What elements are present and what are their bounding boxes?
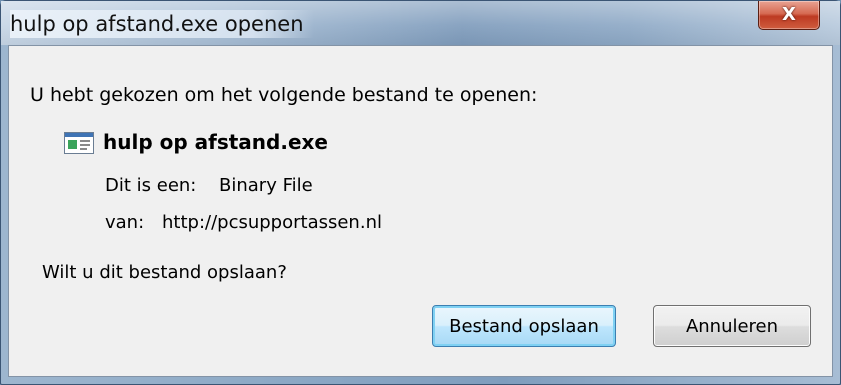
application-window-icon (64, 132, 94, 154)
source-url: http://pcsupportassen.nl (162, 212, 382, 233)
dialog-body: U hebt gekozen om het volgende bestand t… (8, 45, 833, 377)
source-label: van: (105, 212, 145, 233)
cancel-button[interactable]: Annuleren (653, 305, 811, 347)
file-type-value: Binary File (219, 175, 313, 196)
close-icon: X (782, 4, 796, 25)
download-dialog-window: hulp op afstand.exe openen X U hebt geko… (0, 0, 841, 385)
save-question: Wilt u dit bestand opslaan? (42, 262, 287, 283)
file-name: hulp op afstand.exe (103, 130, 328, 154)
file-type-label: Dit is een: (105, 175, 197, 196)
save-file-button[interactable]: Bestand opslaan (432, 305, 616, 347)
title-bar[interactable]: hulp op afstand.exe openen X (1, 1, 840, 45)
window-title: hulp op afstand.exe openen (10, 10, 314, 38)
close-button[interactable]: X (758, 1, 820, 30)
prompt-text: U hebt gekozen om het volgende bestand t… (30, 84, 538, 106)
